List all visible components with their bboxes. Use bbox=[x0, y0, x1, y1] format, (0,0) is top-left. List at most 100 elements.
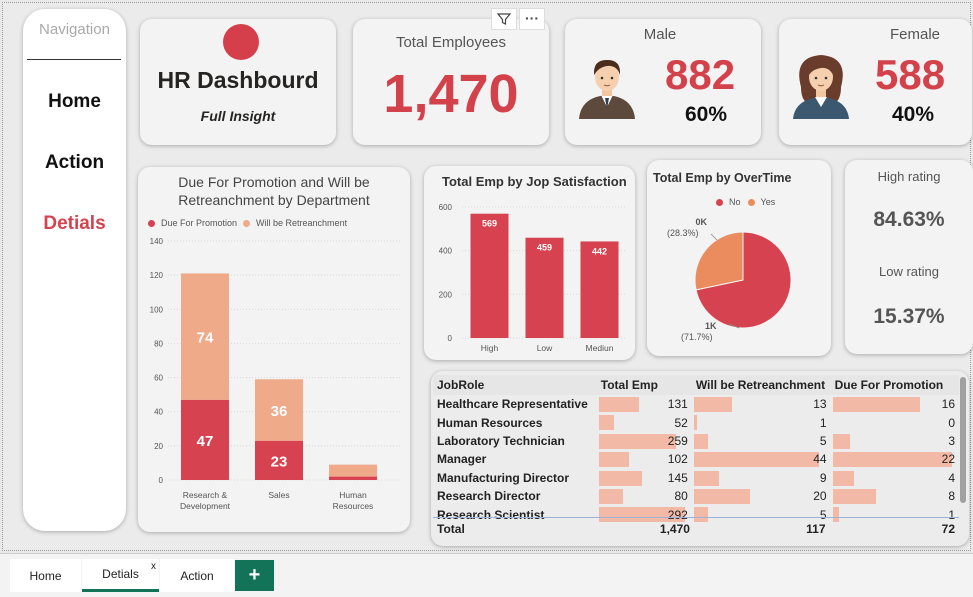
promotion-cell: 16 bbox=[831, 395, 959, 413]
male-label: Male bbox=[643, 26, 677, 43]
nav-action-button[interactable]: Action bbox=[23, 152, 126, 174]
navigation-title: Navigation bbox=[39, 21, 110, 38]
cell-value: 145 bbox=[667, 470, 688, 485]
data-bar bbox=[693, 470, 719, 486]
female-count: 588 bbox=[875, 51, 946, 98]
overtime-chart-card[interactable]: Total Emp by OverTime No Yes 0K (28.3%) … bbox=[647, 160, 831, 356]
matrix-header-row: JobRole Total Emp Will be Retreanchment … bbox=[433, 375, 959, 395]
female-percent: 40% bbox=[892, 103, 935, 126]
total-label: Total bbox=[437, 522, 465, 537]
cell-value: 1 bbox=[819, 415, 827, 430]
col-header-total-emp[interactable]: Total Emp bbox=[596, 375, 692, 395]
add-page-button[interactable]: + bbox=[235, 560, 274, 591]
total-employees-card[interactable]: Total Employees 1,470 bbox=[353, 19, 549, 145]
data-bar bbox=[693, 433, 708, 449]
y-tick-label: 400 bbox=[439, 247, 453, 256]
y-tick-label: 100 bbox=[150, 305, 164, 314]
table-row[interactable]: Healthcare Representative 131 13 16 bbox=[433, 395, 959, 413]
tab-detials[interactable]: Detials x bbox=[82, 559, 159, 592]
cell-value: 52 bbox=[674, 415, 688, 430]
cell-value: 16 bbox=[941, 397, 955, 412]
bar-satisfaction bbox=[470, 213, 509, 338]
data-bar bbox=[832, 488, 876, 504]
cell-value: 13 bbox=[813, 397, 827, 412]
x-tick-label: Resources bbox=[333, 501, 374, 511]
female-card[interactable]: 588 40% Female bbox=[779, 19, 972, 145]
tab-close-icon[interactable]: x bbox=[151, 561, 156, 572]
table-row[interactable]: Manufacturing Director 145 9 4 bbox=[433, 469, 959, 487]
promotion-cell: 3 bbox=[831, 432, 959, 450]
col-header-retreanchment[interactable]: Will be Retreanchment bbox=[691, 375, 831, 395]
cell-value: 102 bbox=[667, 452, 688, 467]
female-avatar-icon bbox=[793, 55, 849, 119]
more-options-icon[interactable]: ··· bbox=[519, 8, 545, 30]
bar-data-label: 36 bbox=[271, 403, 288, 420]
jobrole-cell: Human Resources bbox=[437, 415, 543, 430]
satisfaction-chart-card[interactable]: Total Emp by Jop Satisfaction 0 200 400 600… bbox=[424, 166, 635, 360]
male-avatar-icon bbox=[579, 59, 635, 119]
dashboard-subtitle: Full Insight bbox=[200, 108, 276, 124]
y-tick-label: 0 bbox=[159, 476, 164, 485]
retreanchment-cell: 44 bbox=[692, 450, 831, 468]
nav-home-button[interactable]: Home bbox=[23, 91, 126, 113]
data-bar bbox=[598, 452, 629, 468]
matrix-body: Healthcare Representative 131 13 16 Human Re… bbox=[433, 395, 959, 524]
filter-icon[interactable] bbox=[491, 8, 517, 30]
bar-satisfaction bbox=[525, 237, 564, 338]
col-header-promotion[interactable]: Due For Promotion bbox=[830, 375, 959, 395]
report-canvas: Navigation Home Action Detials HR Dashbo… bbox=[2, 2, 973, 551]
x-tick-label: Human bbox=[339, 490, 367, 500]
cell-value: 8 bbox=[948, 489, 955, 504]
jobrole-cell: Manufacturing Director bbox=[437, 470, 570, 485]
data-bar bbox=[832, 397, 920, 412]
low-rating-label: Low rating bbox=[879, 264, 939, 279]
y-tick-label: 200 bbox=[439, 290, 453, 299]
data-bar bbox=[832, 470, 854, 486]
overtime-pie-chart bbox=[694, 231, 792, 329]
dashboard-title: HR Dashbourd bbox=[157, 67, 319, 93]
table-row[interactable]: Manager 102 44 22 bbox=[433, 450, 959, 468]
y-tick-label: 80 bbox=[154, 339, 163, 348]
cell-value: 5 bbox=[819, 433, 827, 448]
table-row[interactable]: Human Resources 52 1 0 bbox=[433, 413, 959, 431]
male-card[interactable]: 882 60% Male bbox=[565, 19, 761, 145]
jobrole-cell: Healthcare Representative bbox=[437, 397, 588, 412]
table-row[interactable]: Research Director 80 20 8 bbox=[433, 487, 959, 505]
y-tick-label: 20 bbox=[154, 442, 163, 451]
retreanchment-cell: 5 bbox=[692, 432, 831, 450]
data-bar bbox=[832, 452, 952, 468]
tab-detials-label: Detials bbox=[102, 567, 139, 581]
bar-data-label: 74 bbox=[197, 330, 214, 347]
table-row[interactable]: Laboratory Technician 259 5 3 bbox=[433, 432, 959, 450]
total-employees-label: Total Employees bbox=[395, 34, 507, 51]
retreanchment-cell: 13 bbox=[692, 395, 831, 413]
department-chart-card[interactable]: Due For Promotion and Will be Retreanchm… bbox=[138, 167, 410, 532]
total-emp-cell: 145 bbox=[597, 469, 692, 487]
cell-value: 259 bbox=[667, 433, 688, 448]
matrix-total-divider bbox=[433, 517, 959, 518]
bar-data-label: 569 bbox=[482, 219, 497, 229]
promotion-cell: 4 bbox=[831, 469, 959, 487]
tab-action[interactable]: Action bbox=[160, 559, 234, 592]
male-count: 882 bbox=[665, 51, 736, 98]
data-bar bbox=[598, 433, 676, 449]
data-bar bbox=[693, 452, 819, 468]
total-emp-cell: 131 bbox=[597, 395, 692, 413]
male-percent: 60% bbox=[685, 103, 728, 126]
total-emp-cell: 259 bbox=[597, 432, 692, 450]
satisfaction-bar-chart: 0 200 400 600 569 High 459 Low 442 Mediun bbox=[439, 203, 627, 353]
data-bar bbox=[598, 488, 623, 504]
total-emp-cell: 52 bbox=[597, 413, 692, 431]
cell-value: 20 bbox=[813, 489, 827, 504]
col-header-jobrole[interactable]: JobRole bbox=[433, 375, 597, 395]
matrix-scrollbar[interactable] bbox=[960, 377, 966, 503]
rating-card[interactable]: High rating 84.63% Low rating 15.37% bbox=[845, 160, 973, 354]
pie-label-yes: 0K bbox=[667, 217, 707, 227]
bar-data-label: 442 bbox=[592, 246, 607, 256]
jobrole-matrix[interactable]: JobRole Total Emp Will be Retreanchment … bbox=[431, 371, 969, 546]
matrix-total-row: Total 1,470 117 72 bbox=[433, 520, 959, 538]
cell-value: 44 bbox=[813, 452, 827, 467]
bar-data-label: 459 bbox=[537, 243, 552, 253]
tab-home[interactable]: Home bbox=[10, 559, 81, 592]
nav-detials-button[interactable]: Detials bbox=[23, 213, 126, 235]
